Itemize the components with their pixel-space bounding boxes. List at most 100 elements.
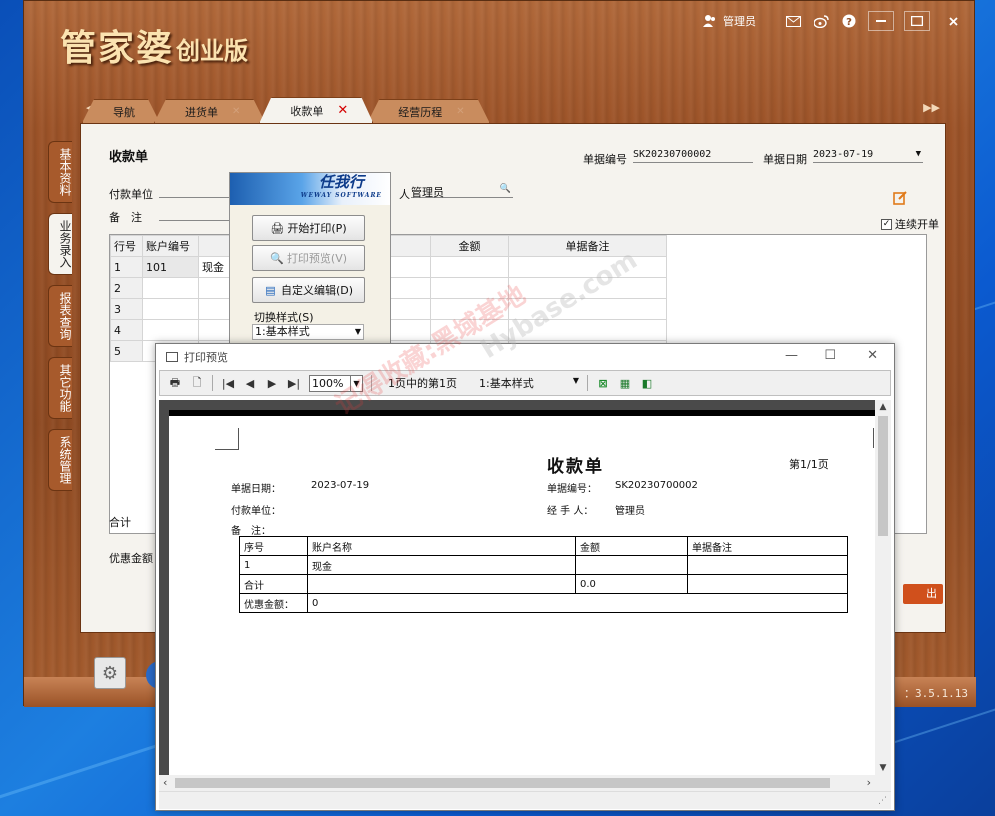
row-no: 4 [110, 319, 143, 341]
start-print-button[interactable]: 🖨 开始打印(P) [252, 215, 365, 241]
zoom-value: 100% [312, 376, 344, 390]
first-page-icon[interactable]: |◀ [221, 377, 235, 390]
grid-header-remark[interactable]: 单据备注 [508, 235, 667, 257]
search-icon[interactable]: 🔍 [500, 184, 511, 194]
chevron-down-icon[interactable]: ▼ [916, 149, 921, 159]
user-icon [701, 12, 719, 30]
grid-header-account-code[interactable]: 账户编号 [142, 235, 199, 257]
remark-field[interactable] [159, 207, 233, 221]
row-remark[interactable] [508, 319, 667, 341]
tab-strip: 导航 进货单 ✕ 收款单 ✕ 经营历程 ✕ [82, 97, 484, 123]
tab-scroll-right-icon[interactable]: ▶▶ [923, 101, 940, 114]
tab-close-icon[interactable]: ✕ [232, 106, 240, 117]
tab-receipt[interactable]: 收款单 ✕ [259, 97, 373, 123]
tab-business-history[interactable]: 经营历程 ✕ [367, 99, 489, 123]
row-remark[interactable] [508, 277, 667, 299]
preview-minimize-button[interactable]: — [785, 348, 798, 363]
help-icon[interactable]: ? [840, 12, 858, 30]
scroll-up-icon[interactable]: ▲ [875, 402, 891, 412]
table-row: 序号 账户名称 金额 单据备注 [239, 536, 848, 556]
grid-total-label: 合计 [109, 516, 131, 529]
custom-edit-label: 自定义编辑(D) [280, 284, 354, 297]
settings-dock-icon[interactable]: ⚙ [94, 657, 126, 689]
checkbox-check-icon: ✓ [881, 218, 892, 230]
style-select[interactable]: 1:基本样式 ▼ [252, 324, 364, 340]
row-amount[interactable] [430, 298, 509, 320]
row-remark[interactable] [508, 298, 667, 320]
handler-field[interactable]: 管理员 🔍 [411, 184, 513, 199]
receipt-discount: 0 [307, 593, 848, 613]
doc-date-field[interactable]: 2023-07-19 ▼ [813, 149, 923, 163]
row-account-code[interactable]: 101 [142, 256, 199, 278]
print-icon[interactable]: 🖶 [168, 374, 182, 393]
preview-title: 打印预览 [184, 351, 228, 364]
resize-grip-icon[interactable]: ⋰ [878, 796, 887, 806]
side-tab-system-management[interactable]: 系统管理 [48, 429, 72, 491]
discount-label: 优惠金额 [109, 552, 153, 565]
brand-logo: 任我行 WEWAY SOFTWARE [301, 175, 382, 203]
tab-close-icon[interactable]: ✕ [456, 106, 464, 117]
last-page-icon[interactable]: ▶| [287, 377, 301, 390]
zoom-select[interactable]: 100% ▼ [309, 374, 363, 392]
prev-page-icon[interactable]: ◀ [243, 377, 257, 390]
remark-label: 备 注 [109, 211, 142, 224]
tab-navigation[interactable]: 导航 [82, 99, 160, 123]
edit-icon[interactable] [893, 190, 909, 206]
print-preview-button[interactable]: 🔍 打印预览(V) [252, 245, 365, 271]
row-amount[interactable] [430, 256, 509, 278]
user-name[interactable]: 管理员 [723, 13, 756, 29]
side-tab-basic-data[interactable]: 基本资料 [48, 141, 72, 203]
mail-icon[interactable] [784, 12, 802, 30]
doc-no-field[interactable]: SK20230700002 [633, 149, 753, 163]
continuous-checkbox[interactable]: ✓ 连续开单 [881, 216, 939, 232]
row-amount[interactable] [430, 319, 509, 341]
tab-close-icon[interactable]: ✕ [337, 103, 348, 118]
scroll-thumb[interactable] [175, 778, 830, 788]
preview-style-select[interactable]: 1:基本样式 ▼ [479, 375, 579, 391]
preview-close-button[interactable]: ✕ [867, 348, 878, 363]
side-tab-other-functions[interactable]: 其它功能 [48, 357, 72, 419]
scroll-thumb[interactable] [878, 416, 888, 536]
preview-maximize-button[interactable]: ☐ [824, 348, 836, 363]
receipt-total-amount: 0.0 [575, 574, 688, 594]
maximize-button[interactable] [904, 11, 930, 31]
scroll-left-icon[interactable]: ‹ [163, 776, 167, 789]
tab-purchase-order[interactable]: 进货单 ✕ [154, 99, 265, 123]
export-chart-icon[interactable]: ▦ [618, 377, 632, 390]
receipt-total-remark [687, 574, 848, 594]
grid-header-rowno[interactable]: 行号 [110, 235, 143, 257]
row-amount[interactable] [430, 277, 509, 299]
close-button[interactable] [940, 11, 966, 31]
weibo-icon[interactable] [812, 12, 830, 30]
payer-label: 付款单位 [109, 188, 153, 201]
scroll-right-icon[interactable]: › [867, 776, 871, 789]
receipt-discount-label: 优惠金额： [239, 593, 308, 613]
payer-field[interactable] [159, 184, 233, 198]
page-info: 1页中的第1页 [388, 377, 457, 390]
chevron-down-icon: ▼ [354, 327, 361, 336]
scroll-down-icon[interactable]: ▼ [875, 763, 891, 773]
row-account-code[interactable] [142, 319, 199, 341]
receipt-handler: 管理员 [615, 506, 645, 517]
row-account-code[interactable] [142, 298, 199, 320]
row-no: 5 [110, 340, 143, 362]
page-setup-icon[interactable]: 🗋 [190, 374, 204, 393]
receipt-handler-label: 经 手 人： [547, 506, 594, 517]
continuous-label: 连续开单 [895, 218, 939, 231]
app-logo: 管家婆 [60, 27, 175, 69]
row-account-code[interactable] [142, 277, 199, 299]
next-page-icon[interactable]: ▶ [265, 377, 279, 390]
custom-edit-button[interactable]: ▤ 自定义编辑(D) [252, 277, 365, 303]
side-tab-reports[interactable]: 报表查询 [48, 285, 72, 347]
handler-value: 管理员 [411, 186, 444, 199]
export-excel-icon[interactable]: ⊠ [596, 377, 610, 390]
grid-header-amount[interactable]: 金额 [430, 235, 509, 257]
exit-preview-icon[interactable]: ◧ [640, 377, 654, 390]
vertical-scrollbar[interactable]: ▲ ▼ [875, 400, 891, 775]
chevron-down-icon: ▼ [350, 375, 362, 391]
minimize-button[interactable] [868, 11, 894, 31]
row-remark[interactable] [508, 256, 667, 278]
side-tab-business-entry[interactable]: 业务录入 [48, 213, 72, 275]
horizontal-scrollbar[interactable]: ‹ › [159, 775, 891, 791]
exit-button[interactable]: 出 [903, 584, 943, 604]
